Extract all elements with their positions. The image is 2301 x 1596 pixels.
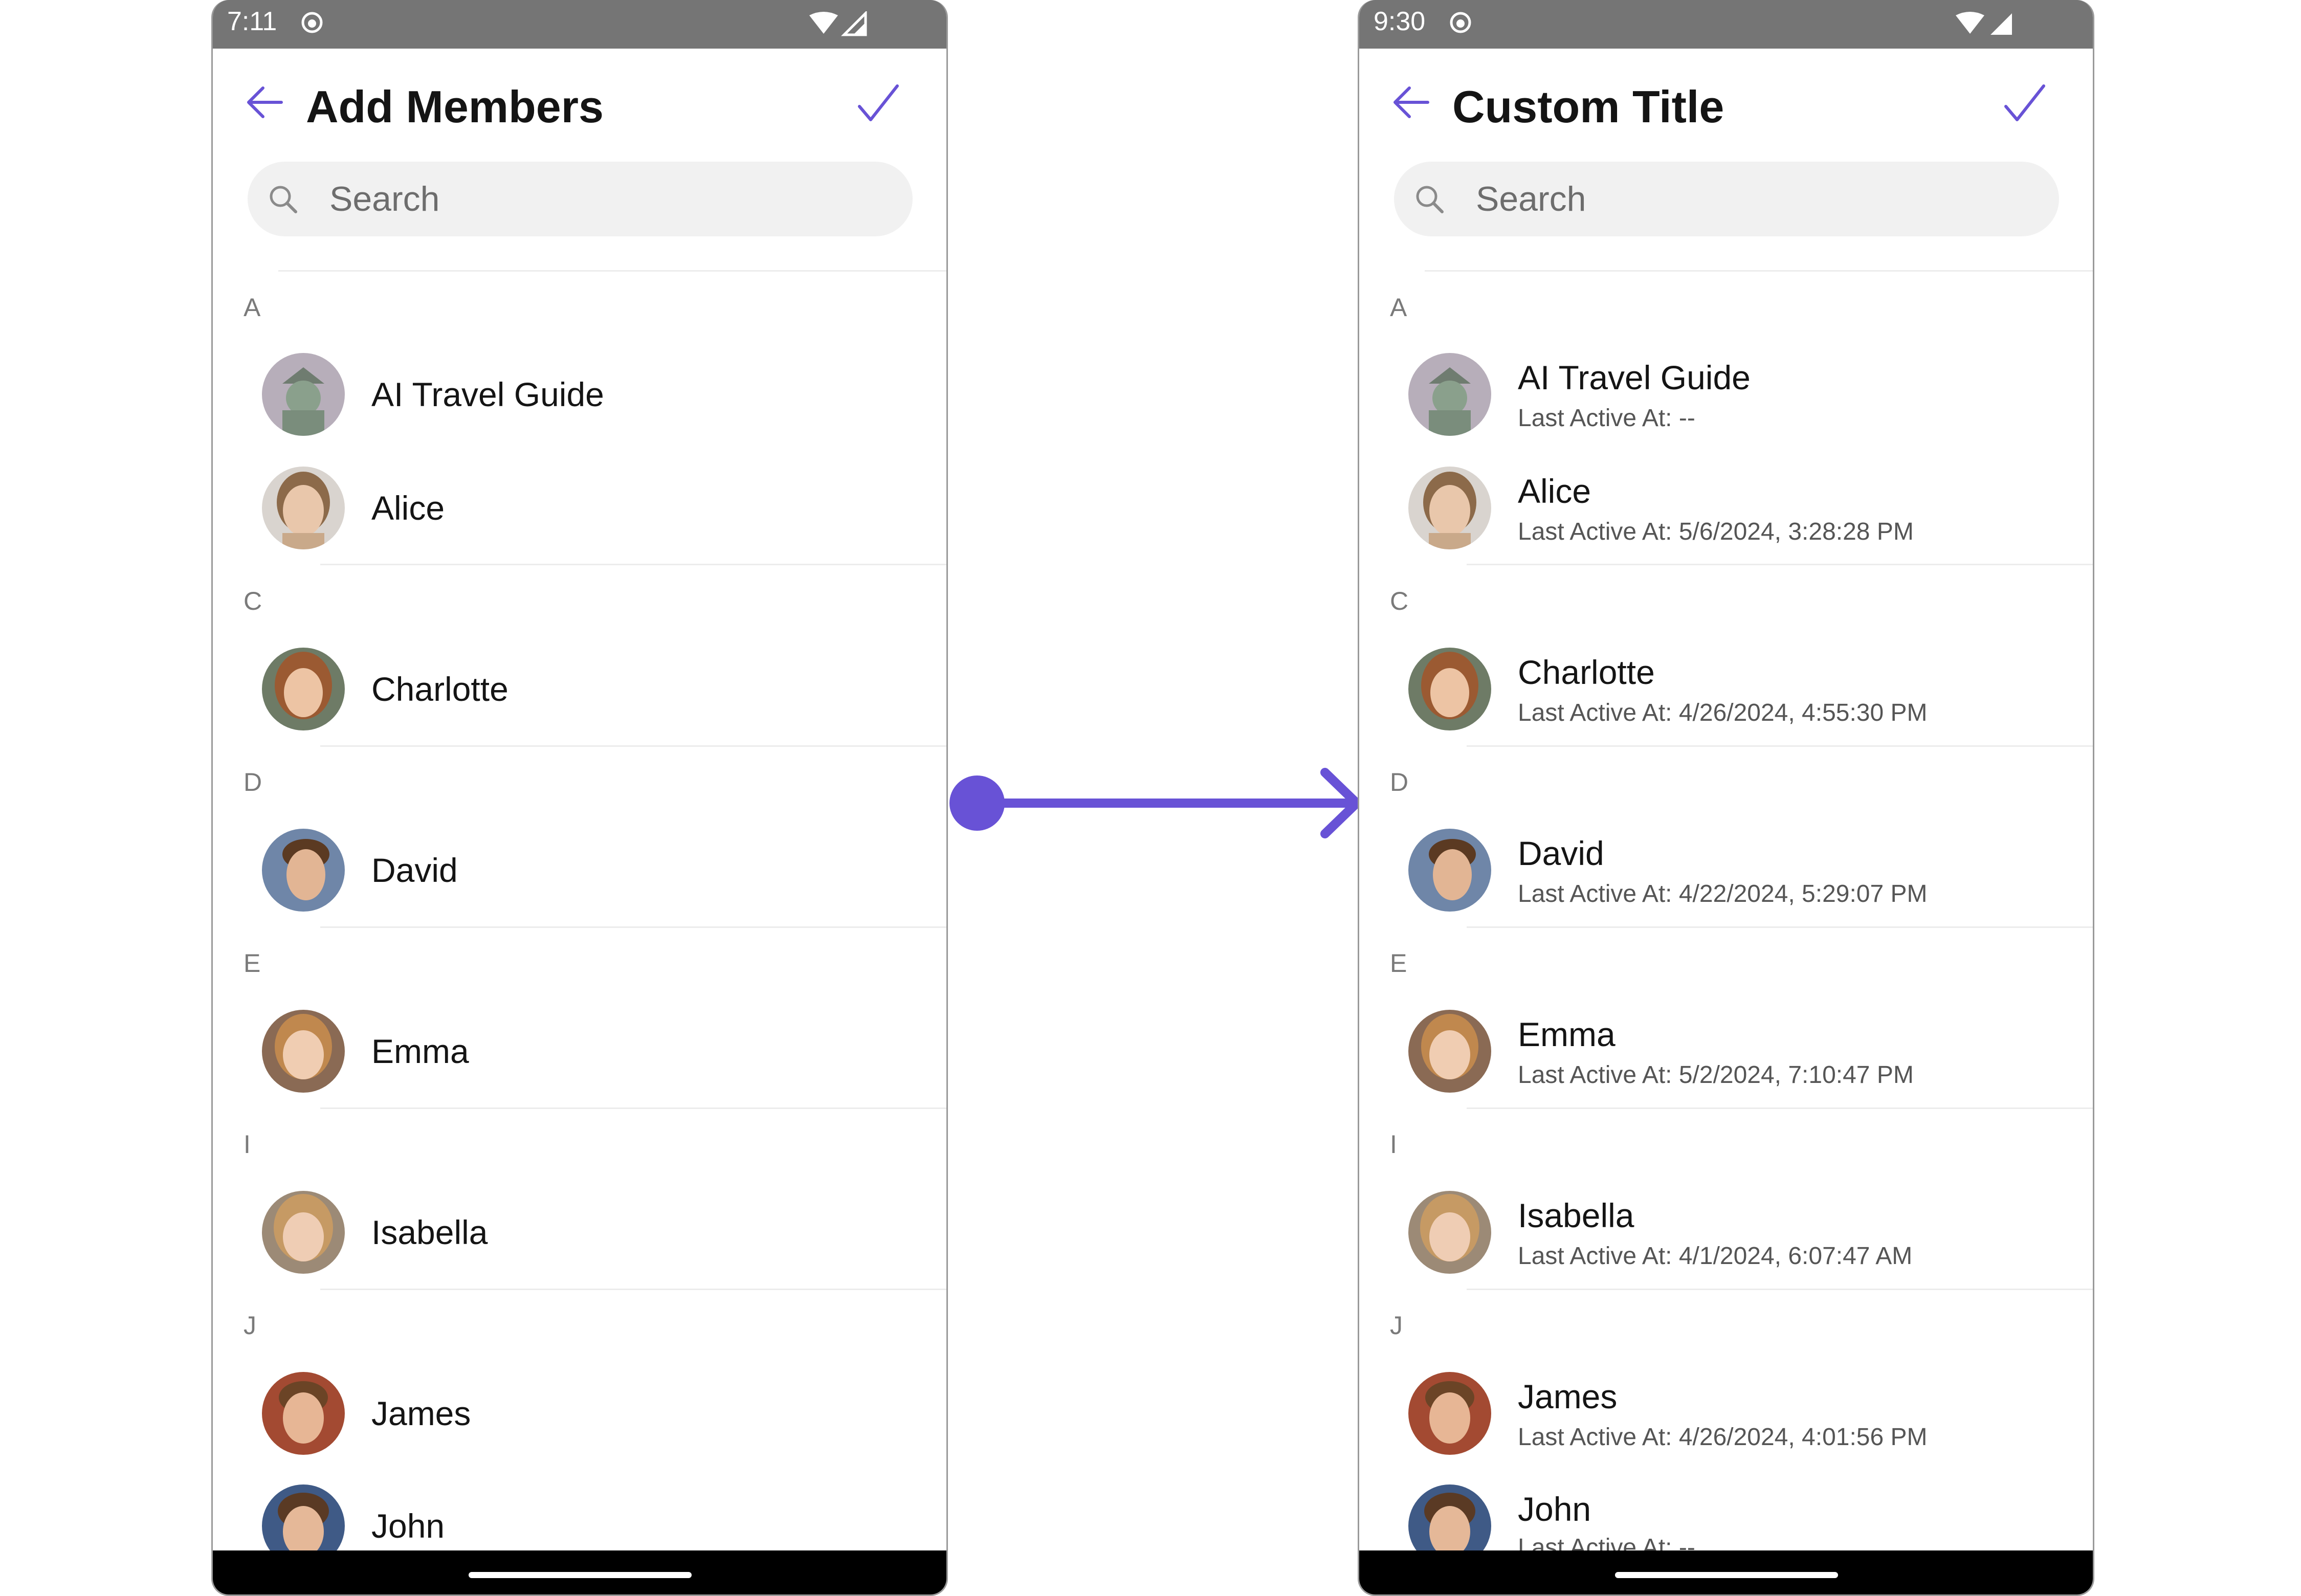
woman-avatar <box>1408 648 1491 730</box>
section-header-i: I <box>244 1130 251 1159</box>
statue-avatar <box>1408 353 1491 436</box>
navigation-bar <box>213 1550 946 1594</box>
status-bar: 7:11 <box>213 0 946 49</box>
user-last-active: Last Active At: 5/2/2024, 7:10:47 PM <box>1518 1061 1914 1089</box>
section-header-a: A <box>244 293 261 322</box>
woman-avatar <box>1408 1191 1491 1274</box>
divider <box>320 564 946 565</box>
divider <box>320 745 946 747</box>
section-header-j: J <box>1390 1311 1403 1340</box>
divider <box>278 270 946 272</box>
woman-avatar <box>1408 467 1491 549</box>
user-last-active: Last Active At: 4/26/2024, 4:55:30 PM <box>1518 699 1928 726</box>
woman-avatar <box>1408 1010 1491 1093</box>
user-name[interactable]: James <box>371 1394 471 1433</box>
page-title: Add Members <box>306 81 604 132</box>
user-name[interactable]: James <box>1518 1377 1617 1416</box>
user-name[interactable]: Alice <box>371 489 445 527</box>
section-header-i: I <box>1390 1130 1397 1159</box>
status-bar: 9:30 <box>1359 0 2093 49</box>
back-arrow-icon[interactable] <box>1391 82 1432 123</box>
user-name[interactable]: Charlotte <box>1518 653 1655 692</box>
divider <box>320 1107 946 1109</box>
section-header-e: E <box>1390 949 1407 978</box>
user-name[interactable]: David <box>1518 834 1604 873</box>
search-icon <box>1416 186 1444 213</box>
section-header-d: D <box>1390 768 1409 796</box>
home-indicator[interactable] <box>469 1572 692 1578</box>
user-name[interactable]: David <box>371 851 458 890</box>
statue-avatar <box>262 353 345 436</box>
navigation-bar <box>1359 1550 2093 1594</box>
user-name[interactable]: John <box>1518 1490 1591 1528</box>
search-input[interactable] <box>329 162 892 236</box>
man-avatar <box>1408 829 1491 912</box>
user-name[interactable]: Isabella <box>371 1213 488 1252</box>
divider <box>320 1289 946 1290</box>
user-name[interactable]: AI Travel Guide <box>371 375 604 414</box>
status-time: 9:30 <box>1374 7 1426 36</box>
notification-icon <box>1450 12 1471 33</box>
section-header-c: C <box>1390 587 1409 615</box>
checkmark-icon[interactable] <box>856 82 900 126</box>
user-last-active: Last Active At: -- <box>1518 405 1695 432</box>
notification-icon <box>301 12 323 33</box>
section-header-a: A <box>1390 293 1407 322</box>
phone-screen-before: 7:11 Add Members A AI Travel Guide Alice <box>211 0 948 1596</box>
divider <box>1467 1107 2093 1109</box>
man-avatar <box>262 829 345 912</box>
user-last-active: Last Active At: 4/1/2024, 6:07:47 AM <box>1518 1243 1913 1270</box>
user-name[interactable]: Isabella <box>1518 1196 1634 1235</box>
section-header-d: D <box>244 768 262 796</box>
divider <box>1467 1289 2093 1290</box>
transition-arrow-icon <box>949 768 1361 838</box>
woman-avatar <box>262 1010 345 1093</box>
phone-screen-after: 9:30 Custom Title A AI Travel Guide Last… <box>1358 0 2094 1596</box>
user-name[interactable]: Charlotte <box>371 670 508 708</box>
section-header-e: E <box>244 949 261 978</box>
user-name[interactable]: Alice <box>1518 472 1591 511</box>
divider <box>1467 564 2093 565</box>
divider <box>320 926 946 928</box>
man-avatar <box>262 1372 345 1455</box>
divider <box>1467 926 2093 928</box>
search-icon <box>270 186 297 213</box>
user-name[interactable]: Emma <box>371 1032 469 1071</box>
divider <box>1467 745 2093 747</box>
user-name[interactable]: John <box>371 1506 445 1545</box>
search-input[interactable] <box>1476 162 2039 236</box>
woman-avatar <box>262 467 345 549</box>
user-name[interactable]: Emma <box>1518 1015 1616 1054</box>
user-last-active: Last Active At: 5/6/2024, 3:28:28 PM <box>1518 518 1914 545</box>
search-bar[interactable] <box>1394 162 2059 236</box>
search-bar[interactable] <box>248 162 913 236</box>
woman-avatar <box>262 1191 345 1274</box>
user-last-active: Last Active At: 4/26/2024, 4:01:56 PM <box>1518 1424 1928 1451</box>
section-header-j: J <box>244 1311 256 1340</box>
user-name[interactable]: AI Travel Guide <box>1518 358 1751 397</box>
back-arrow-icon[interactable] <box>245 82 285 123</box>
page-title: Custom Title <box>1452 81 1724 132</box>
home-indicator[interactable] <box>1615 1572 1838 1578</box>
signal-icons <box>809 11 867 36</box>
woman-avatar <box>262 648 345 730</box>
section-header-c: C <box>244 587 262 615</box>
checkmark-icon[interactable] <box>2003 82 2047 126</box>
status-time: 7:11 <box>227 7 277 36</box>
divider <box>1425 270 2093 272</box>
user-last-active: Last Active At: 4/22/2024, 5:29:07 PM <box>1518 880 1928 907</box>
man-avatar <box>1408 1372 1491 1455</box>
signal-icons <box>1956 12 2012 35</box>
